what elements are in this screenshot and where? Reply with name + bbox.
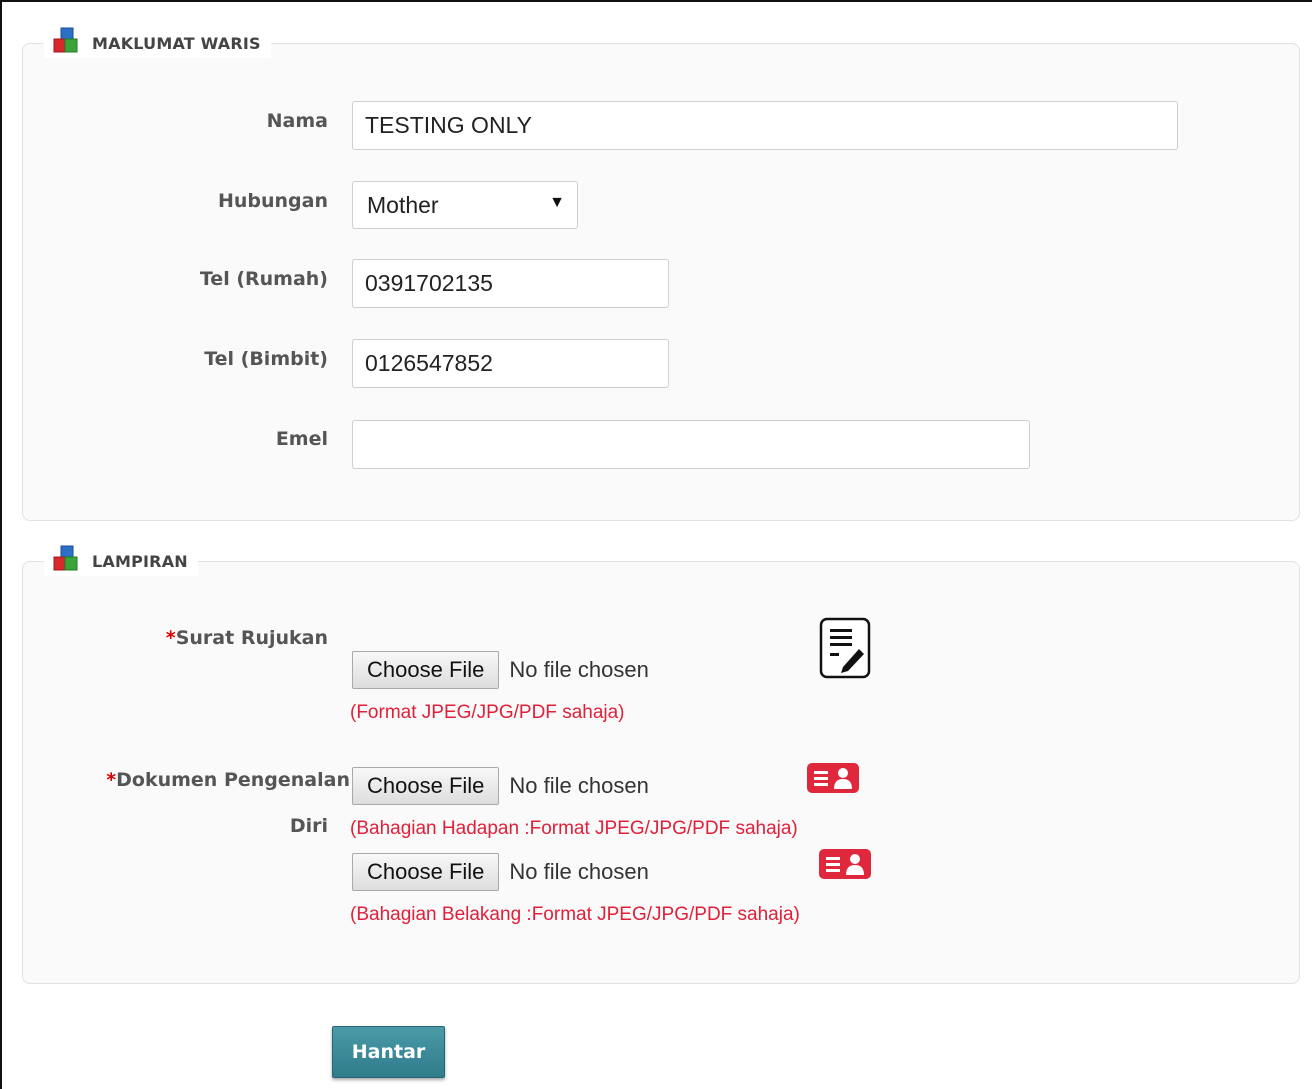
emel-input[interactable]: [352, 420, 1030, 469]
dokumen-front-file-input[interactable]: Choose File No file chosen: [352, 767, 649, 805]
section-title: LAMPIRAN: [92, 551, 188, 571]
section-legend-waris: MAKLUMAT WARIS: [44, 26, 271, 60]
id-card-icon[interactable]: [807, 763, 859, 797]
submit-button[interactable]: Hantar: [332, 1026, 445, 1078]
label-emel: Emel: [275, 428, 328, 450]
label-dokumen-line1: *Dokumen Pengenalan: [90, 769, 350, 791]
label-surat-rujukan: *Surat Rujukan: [68, 627, 328, 649]
hubungan-selected-value: Mother: [367, 191, 439, 218]
blocks-icon: [50, 26, 80, 60]
hubungan-select[interactable]: Mother ▼: [352, 181, 578, 229]
label-text: Surat Rujukan: [175, 627, 328, 649]
required-mark: *: [106, 769, 117, 791]
dokumen-back-hint: (Bahagian Belakang :Format JPEG/JPG/PDF …: [350, 904, 800, 925]
dropdown-arrow-icon: ▼: [549, 194, 565, 211]
tel-bimbit-input[interactable]: [352, 339, 669, 388]
choose-file-button[interactable]: Choose File: [352, 853, 500, 891]
blocks-icon: [50, 544, 80, 578]
label-dokumen-line2: Diri: [289, 815, 328, 837]
dokumen-front-hint: (Bahagian Hadapan :Format JPEG/JPG/PDF s…: [350, 818, 798, 839]
label-hubungan: Hubungan: [217, 190, 328, 212]
document-edit-icon[interactable]: [819, 617, 871, 683]
label-tel-rumah: Tel (Rumah): [199, 268, 328, 290]
label-nama: Nama: [266, 110, 328, 132]
file-status: No file chosen: [509, 657, 649, 682]
required-mark: *: [165, 627, 176, 649]
nama-input[interactable]: [352, 101, 1178, 150]
dokumen-back-file-input[interactable]: Choose File No file chosen: [352, 853, 649, 891]
file-status: No file chosen: [509, 773, 649, 798]
label-tel-bimbit: Tel (Bimbit): [204, 348, 328, 370]
file-status: No file chosen: [509, 859, 649, 884]
section-title: MAKLUMAT WARIS: [92, 33, 261, 53]
choose-file-button[interactable]: Choose File: [352, 651, 500, 689]
surat-file-input[interactable]: Choose File No file chosen: [352, 651, 649, 689]
tel-rumah-input[interactable]: [352, 259, 669, 308]
surat-format-hint: (Format JPEG/JPG/PDF sahaja): [350, 702, 625, 723]
choose-file-button[interactable]: Choose File: [352, 767, 500, 805]
label-text: Dokumen Pengenalan: [116, 769, 350, 791]
id-card-icon[interactable]: [819, 849, 871, 883]
section-legend-lampiran: LAMPIRAN: [44, 544, 198, 578]
